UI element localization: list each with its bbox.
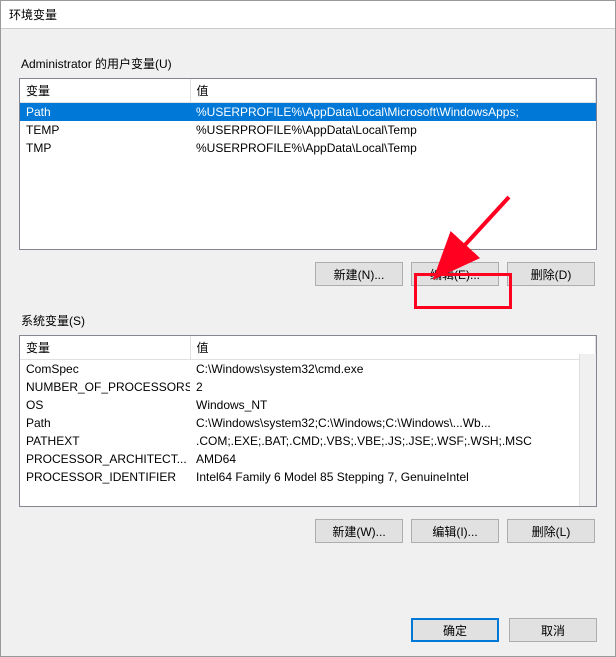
- table-row[interactable]: ComSpec C:\Windows\system32\cmd.exe: [20, 360, 596, 379]
- cell-value: .COM;.EXE;.BAT;.CMD;.VBS;.VBE;.JS;.JSE;.…: [190, 432, 596, 450]
- table-row[interactable]: Path C:\Windows\system32;C:\Windows;C:\W…: [20, 414, 596, 432]
- cell-value: C:\Windows\system32\cmd.exe: [190, 360, 596, 379]
- column-header-variable[interactable]: 变量: [20, 336, 190, 360]
- cell-value: Windows_NT: [190, 396, 596, 414]
- table-row[interactable]: TEMP %USERPROFILE%\AppData\Local\Temp: [20, 121, 596, 139]
- cell-variable: OS: [20, 396, 190, 414]
- table-row[interactable]: TMP %USERPROFILE%\AppData\Local\Temp: [20, 139, 596, 157]
- user-vars-table[interactable]: 变量 值 Path %USERPROFILE%\AppData\Local\Mi…: [19, 78, 597, 250]
- new-system-var-button[interactable]: 新建(W)...: [315, 519, 403, 543]
- cell-variable: Path: [20, 414, 190, 432]
- titlebar: 环境变量: [1, 1, 615, 29]
- cell-value: Intel64 Family 6 Model 85 Stepping 7, Ge…: [190, 468, 596, 486]
- table-row[interactable]: OS Windows_NT: [20, 396, 596, 414]
- cell-value: AMD64: [190, 450, 596, 468]
- cell-variable: PATHEXT: [20, 432, 190, 450]
- cell-value: %USERPROFILE%\AppData\Local\Temp: [190, 121, 596, 139]
- cell-variable: Path: [20, 103, 190, 122]
- system-button-row: 新建(W)... 编辑(I)... 删除(L): [19, 519, 595, 543]
- edit-user-var-button[interactable]: 编辑(E)...: [411, 262, 499, 286]
- cell-variable: TEMP: [20, 121, 190, 139]
- table-row[interactable]: PROCESSOR_ARCHITECT... AMD64: [20, 450, 596, 468]
- env-var-dialog: 环境变量 Administrator 的用户变量(U) 变量 值 Path %U…: [0, 0, 616, 657]
- cancel-button[interactable]: 取消: [509, 618, 597, 642]
- new-user-var-button[interactable]: 新建(N)...: [315, 262, 403, 286]
- cell-variable: ComSpec: [20, 360, 190, 379]
- cell-value: C:\Windows\system32;C:\Windows;C:\Window…: [190, 414, 596, 432]
- ok-button[interactable]: 确定: [411, 618, 499, 642]
- column-header-value[interactable]: 值: [190, 336, 596, 360]
- cell-variable: NUMBER_OF_PROCESSORS: [20, 378, 190, 396]
- delete-system-var-button[interactable]: 删除(L): [507, 519, 595, 543]
- table-row[interactable]: PATHEXT .COM;.EXE;.BAT;.CMD;.VBS;.VBE;.J…: [20, 432, 596, 450]
- cell-variable: PROCESSOR_ARCHITECT...: [20, 450, 190, 468]
- column-header-value[interactable]: 值: [190, 79, 596, 103]
- user-button-row: 新建(N)... 编辑(E)... 删除(D): [19, 262, 595, 286]
- titlebar-text: 环境变量: [9, 6, 57, 23]
- dialog-content: Administrator 的用户变量(U) 变量 值 Path %USERPR…: [1, 29, 615, 543]
- cell-value: %USERPROFILE%\AppData\Local\Temp: [190, 139, 596, 157]
- system-vars-table[interactable]: 变量 值 ComSpec C:\Windows\system32\cmd.exe…: [19, 335, 597, 507]
- delete-user-var-button[interactable]: 删除(D): [507, 262, 595, 286]
- cell-variable: TMP: [20, 139, 190, 157]
- user-vars-label: Administrator 的用户变量(U): [21, 55, 597, 72]
- column-header-variable[interactable]: 变量: [20, 79, 190, 103]
- table-row[interactable]: Path %USERPROFILE%\AppData\Local\Microso…: [20, 103, 596, 122]
- cell-value: %USERPROFILE%\AppData\Local\Microsoft\Wi…: [190, 103, 596, 122]
- table-row[interactable]: NUMBER_OF_PROCESSORS 2: [20, 378, 596, 396]
- edit-system-var-button[interactable]: 编辑(I)...: [411, 519, 499, 543]
- dialog-footer: 确定 取消: [411, 618, 597, 642]
- scrollbar[interactable]: [579, 354, 596, 506]
- cell-variable: PROCESSOR_IDENTIFIER: [20, 468, 190, 486]
- table-row[interactable]: PROCESSOR_IDENTIFIER Intel64 Family 6 Mo…: [20, 468, 596, 486]
- cell-value: 2: [190, 378, 596, 396]
- system-vars-label: 系统变量(S): [21, 312, 597, 329]
